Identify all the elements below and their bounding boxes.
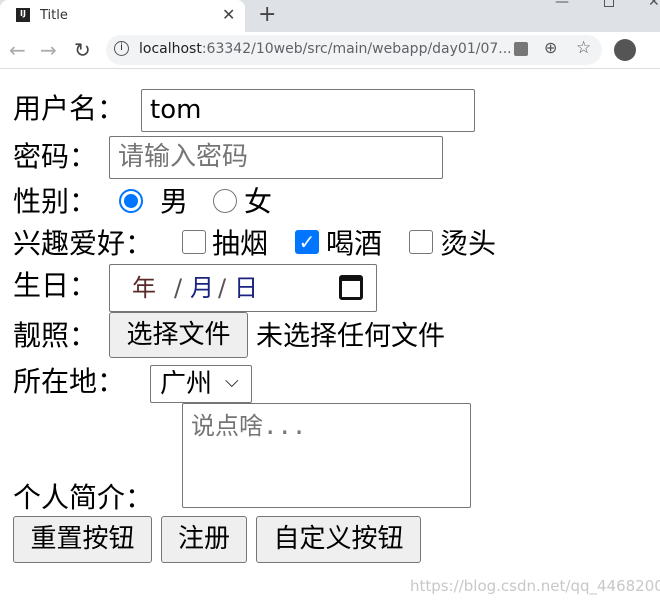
hobby-checkbox-smoke[interactable] xyxy=(182,230,206,254)
zoom-icon[interactable]: ⊕ xyxy=(544,38,557,57)
hobby-label: 兴趣爱好： xyxy=(13,227,154,260)
register-button[interactable]: 注册 xyxy=(161,516,247,563)
reload-icon[interactable]: ↻ xyxy=(74,38,91,62)
date-month[interactable]: 月 xyxy=(190,265,214,311)
date-day[interactable]: 日 xyxy=(234,265,258,311)
location-label: 所在地： xyxy=(13,365,126,398)
translate-icon[interactable] xyxy=(514,42,528,56)
maximize-icon[interactable] xyxy=(604,0,614,7)
watermark: https://blog.csdn.net/qq_44682003 xyxy=(410,577,660,595)
back-icon[interactable]: ← xyxy=(9,38,26,62)
minimize-icon[interactable]: — xyxy=(555,0,569,10)
url-host: localhost xyxy=(139,41,202,57)
close-window-icon[interactable]: ✕ xyxy=(648,0,660,10)
url-path: :63342/10web/src/main/webapp/day01/07... xyxy=(201,41,512,57)
hobby-smoke-label: 抽烟 xyxy=(212,227,269,260)
photo-label: 靓照： xyxy=(13,319,98,352)
hobby-perm-label: 烫头 xyxy=(440,227,497,260)
gender-option-female: 女 xyxy=(244,185,273,218)
birthday-input[interactable]: 年 / 月 / 日 xyxy=(109,264,377,312)
url[interactable]: localhost:63342/10web/src/main/webapp/da… xyxy=(139,41,512,57)
calendar-icon[interactable] xyxy=(339,275,363,300)
hobby-drink-label: 喝酒 xyxy=(326,227,383,260)
hobby-checkbox-perm[interactable] xyxy=(409,230,433,254)
intro-label: 个人简介： xyxy=(13,481,154,514)
location-value: 广州 xyxy=(160,369,213,399)
menu-icon[interactable]: ⋮ xyxy=(652,38,660,59)
file-status: 未选择任何文件 xyxy=(256,321,445,352)
intellij-icon: IJ xyxy=(16,8,30,22)
date-year[interactable]: 年 xyxy=(132,265,156,311)
address-bar[interactable]: i localhost:63342/10web/src/main/webapp/… xyxy=(106,35,602,65)
bookmark-star-icon[interactable]: ☆ xyxy=(576,38,591,58)
password-input[interactable]: 请输入密码 xyxy=(109,136,443,179)
info-icon[interactable]: i xyxy=(114,41,129,56)
browser-tab[interactable]: IJ Title ✕ xyxy=(0,0,245,32)
close-tab-icon[interactable]: ✕ xyxy=(222,5,235,24)
profile-avatar-icon[interactable] xyxy=(614,39,636,61)
birthday-label: 生日： xyxy=(13,269,98,302)
custom-button[interactable]: 自定义按钮 xyxy=(256,516,421,563)
location-select[interactable]: 广州 ⌵ xyxy=(150,365,252,403)
username-input[interactable]: tom xyxy=(141,89,475,132)
choose-file-button[interactable]: 选择文件 xyxy=(109,312,248,358)
gender-radio-male[interactable] xyxy=(119,189,143,213)
reset-button[interactable]: 重置按钮 xyxy=(13,516,152,563)
chevron-down-icon: ⌵ xyxy=(225,371,239,392)
intro-textarea[interactable]: 说点啥... xyxy=(182,403,471,508)
gender-option-male: 男 xyxy=(160,185,189,218)
hobby-checkbox-drink[interactable]: ✓ xyxy=(295,230,319,254)
new-tab-icon[interactable]: + xyxy=(258,2,276,27)
gender-label: 性别： xyxy=(13,185,98,218)
gender-radio-female[interactable] xyxy=(213,189,237,213)
forward-icon[interactable]: → xyxy=(40,38,57,62)
username-label: 用户名： xyxy=(13,92,126,125)
tab-title: Title xyxy=(40,8,68,23)
password-label: 密码： xyxy=(13,140,98,173)
